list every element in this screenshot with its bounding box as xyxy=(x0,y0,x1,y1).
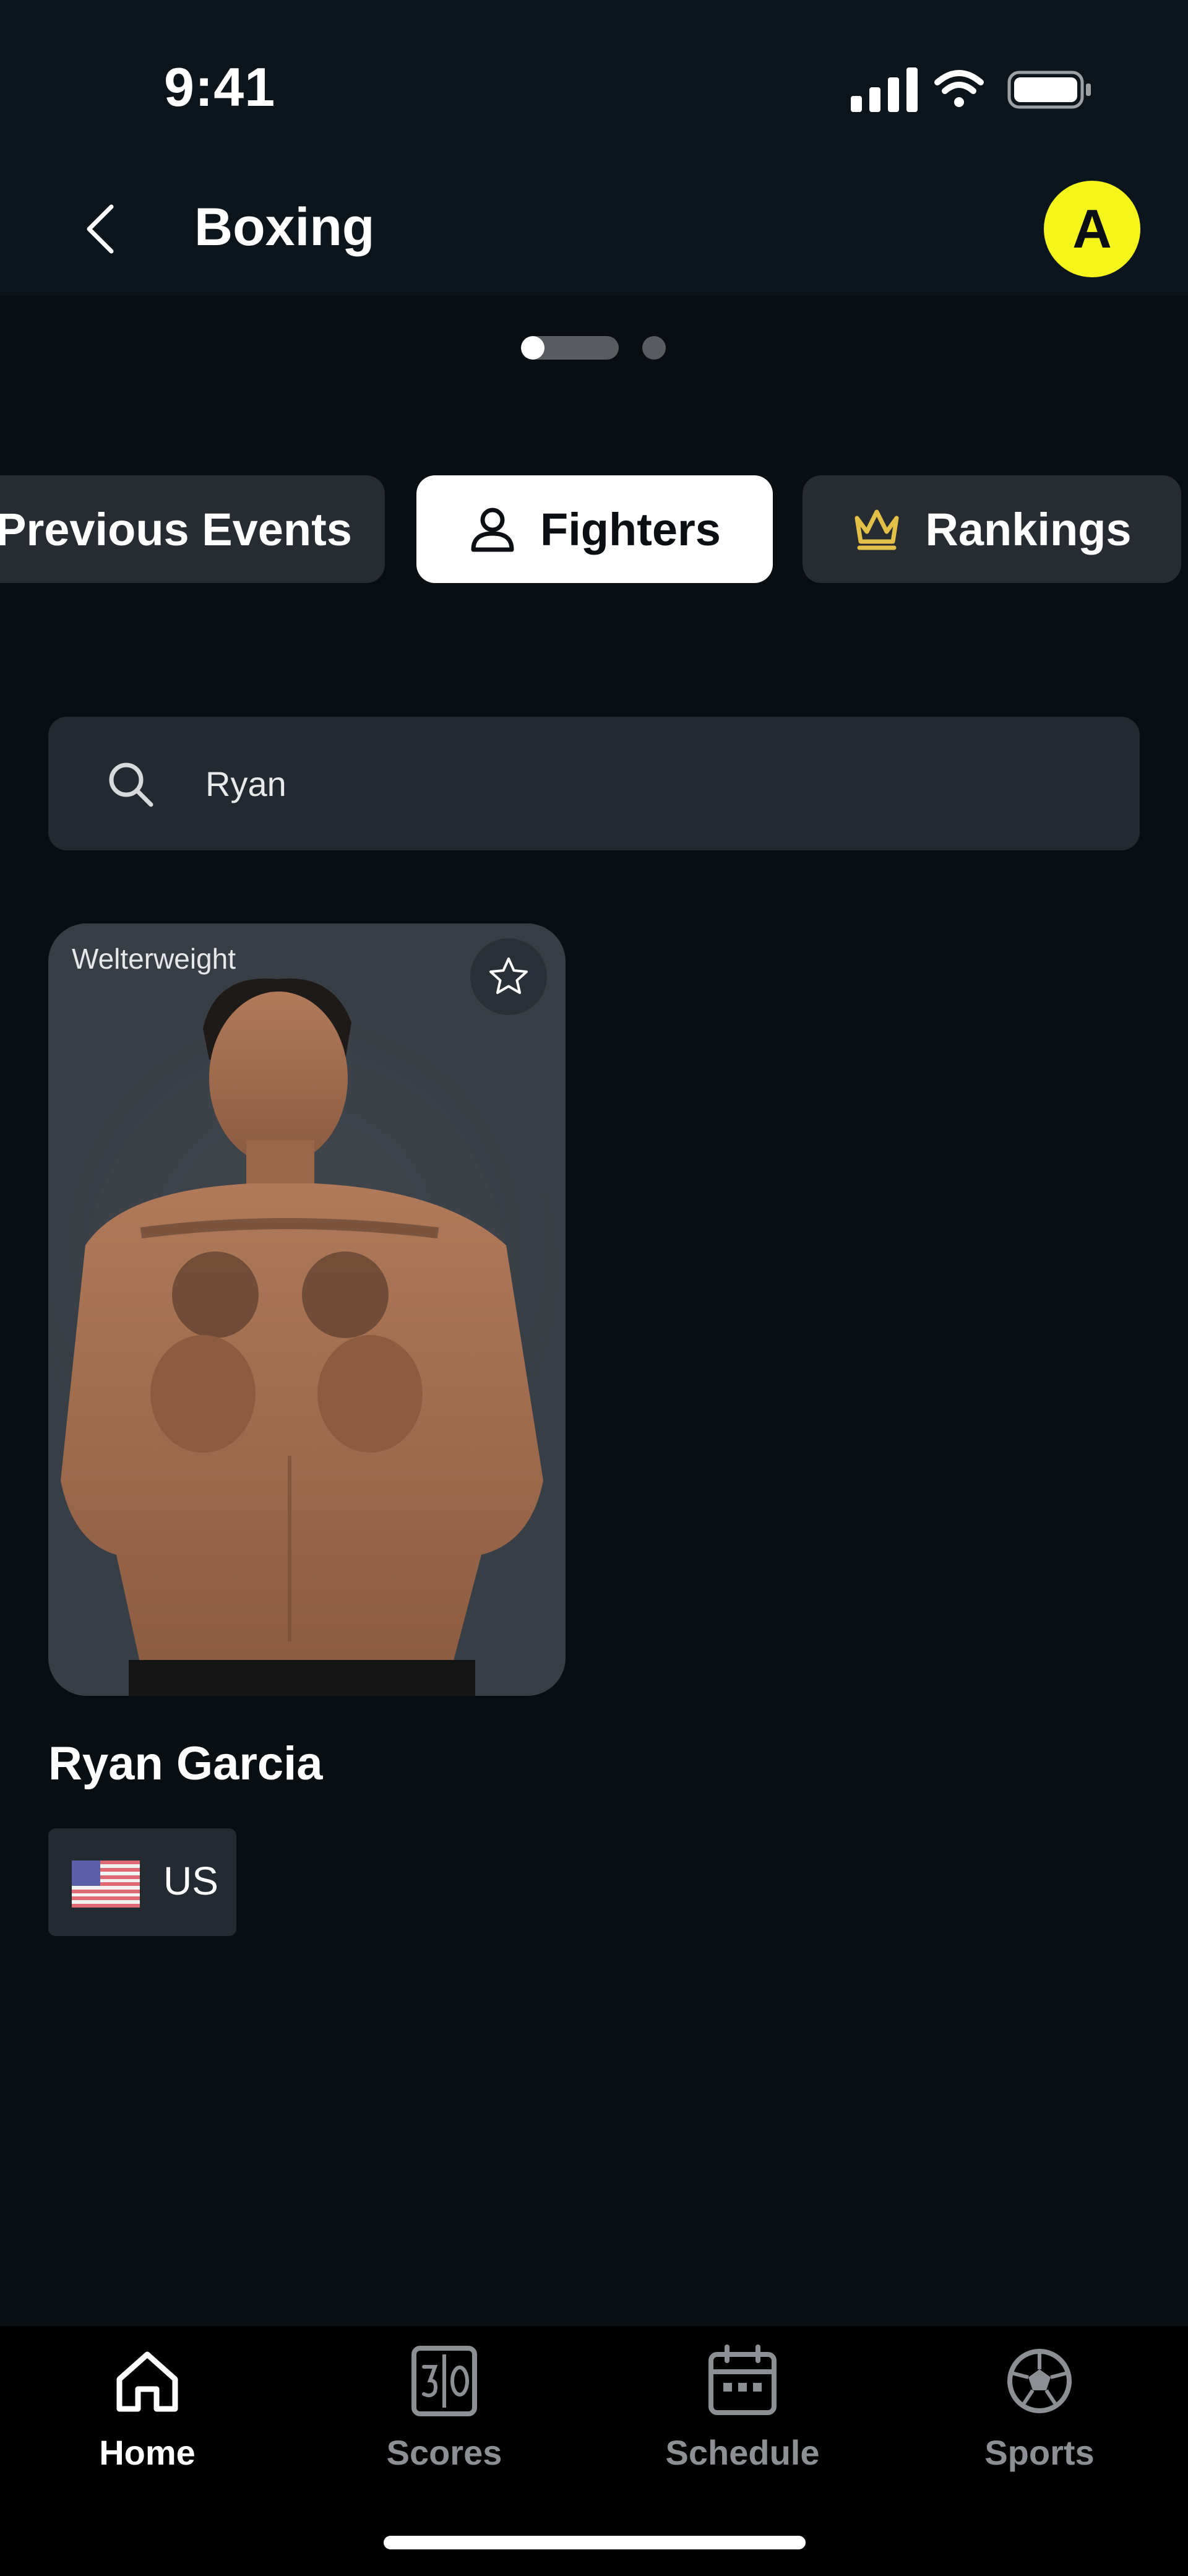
status-icons xyxy=(851,67,1091,112)
home-indicator[interactable] xyxy=(384,2536,806,2549)
page-title: Boxing xyxy=(194,197,375,257)
weight-class: Welterweight xyxy=(72,943,236,975)
home-icon xyxy=(116,2351,178,2412)
search-icon xyxy=(109,763,153,807)
person-icon xyxy=(468,505,517,553)
tab-rankings[interactable]: Rankings xyxy=(803,475,1181,583)
avatar[interactable]: A xyxy=(1044,181,1140,277)
country-code: US xyxy=(163,1859,218,1903)
calendar-icon xyxy=(708,2345,777,2415)
chevron-left-icon[interactable] xyxy=(74,198,127,260)
nav-label: Sports xyxy=(984,2433,1095,2472)
nav-home[interactable]: Home xyxy=(54,2345,240,2499)
nav-schedule[interactable]: Schedule xyxy=(650,2345,835,2499)
tab-previous-events[interactable]: Previous Events xyxy=(0,475,385,583)
wifi-icon xyxy=(934,70,984,107)
favorite-button[interactable] xyxy=(470,938,547,1015)
us-flag-icon xyxy=(72,1861,140,1908)
status-time: 9:41 xyxy=(164,56,276,118)
crown-icon xyxy=(852,507,902,551)
tab-fighters[interactable]: Fighters xyxy=(416,475,773,583)
tab-label: Previous Events xyxy=(0,503,352,555)
star-outline-icon xyxy=(489,957,528,994)
fighter-name[interactable]: Ryan Garcia xyxy=(48,1737,323,1791)
signal-icon xyxy=(851,67,918,112)
nav-scores[interactable]: Scores xyxy=(351,2345,537,2499)
search-value: Ryan xyxy=(205,764,286,803)
fighter-card[interactable]: Welterweight xyxy=(48,923,566,1696)
nav-label: Home xyxy=(99,2433,196,2472)
country-badge: US xyxy=(48,1828,236,1936)
fighter-photo xyxy=(48,923,566,1696)
search-input[interactable]: Ryan xyxy=(48,717,1140,850)
nav-sports[interactable]: Sports xyxy=(947,2345,1132,2499)
nav-label: Scores xyxy=(386,2433,502,2472)
tab-label: Fighters xyxy=(540,503,721,555)
page-dot-active[interactable] xyxy=(521,336,619,360)
soccer-ball-icon xyxy=(1007,2349,1072,2413)
page-dot[interactable] xyxy=(642,336,666,360)
nav-label: Schedule xyxy=(665,2433,820,2472)
battery-icon xyxy=(1007,71,1091,109)
tab-label: Rankings xyxy=(925,503,1132,555)
top-bar: 9:41 Boxing A xyxy=(0,0,1188,296)
scoreboard-icon xyxy=(411,2346,477,2416)
